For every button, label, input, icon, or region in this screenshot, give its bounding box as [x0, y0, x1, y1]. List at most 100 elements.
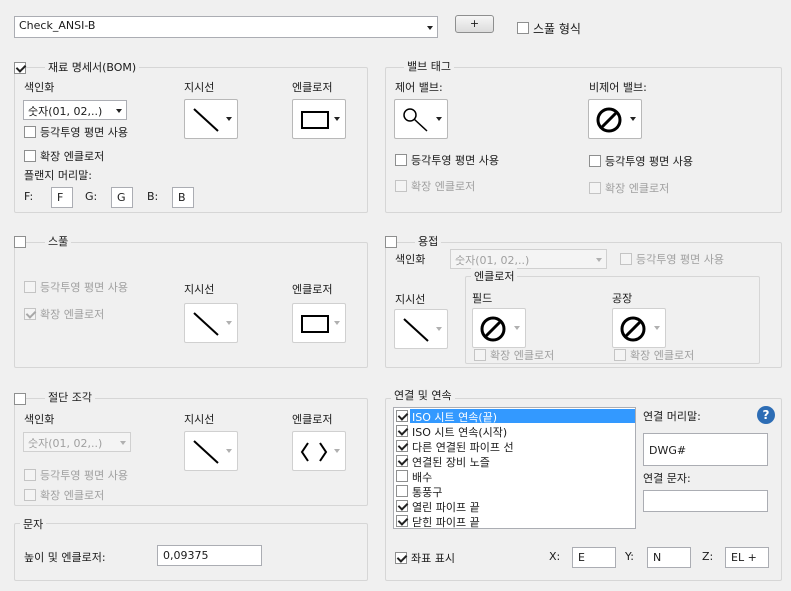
list-item-label: 다른 연결된 파이프 선	[412, 441, 514, 454]
weld-shop-button[interactable]	[612, 308, 666, 348]
height-input[interactable]: 0,09375	[157, 545, 262, 566]
list-item[interactable]: 다른 연결된 파이프 선	[394, 439, 635, 454]
chevron-down-icon	[226, 321, 232, 325]
connection-text-input[interactable]	[643, 490, 768, 512]
cut-piece-title: 절단 조각	[45, 389, 95, 405]
bom-iso-plane-checkbox[interactable]	[24, 126, 36, 138]
cut-enclosure-button[interactable]	[292, 431, 346, 471]
leader-line-icon	[403, 318, 429, 342]
controlled-iso-plane-label: 등각투영 평면 사용	[411, 154, 499, 167]
spool-checkbox[interactable]	[14, 236, 26, 248]
bom-enclosure-button[interactable]	[292, 99, 346, 139]
cut-iso-plane-checkbox[interactable]	[24, 469, 36, 481]
chevron-down-icon	[334, 449, 340, 453]
cut-piece-checkbox[interactable]	[14, 393, 26, 405]
list-item-checkbox[interactable]	[396, 515, 408, 527]
controlled-valve-label: 제어 밸브:	[395, 81, 443, 94]
connection-prefix-value: DWG#	[649, 444, 687, 457]
text-group-title: 문자	[20, 516, 47, 532]
bom-index-dropdown[interactable]: 숫자(01, 02,..)	[23, 100, 127, 120]
uncontrolled-iso-plane-checkbox[interactable]	[589, 155, 601, 167]
cut-index-dropdown[interactable]: 숫자(01, 02,..)	[23, 432, 131, 452]
uncontrolled-valve-label: 비제어 밸브:	[589, 81, 647, 94]
weld-enclosure-title: 엔클로저	[471, 268, 518, 284]
spool-iso-plane-checkbox[interactable]	[24, 281, 36, 293]
z-label: Z:	[702, 550, 714, 563]
spool-ext-checkbox[interactable]	[24, 308, 36, 320]
chevron-down-icon	[436, 327, 442, 331]
list-item-checkbox[interactable]	[396, 410, 408, 422]
x-input[interactable]: E	[572, 547, 616, 568]
spool-format-checkbox[interactable]	[517, 22, 529, 34]
bom-index-value: 숫자(01, 02,..)	[28, 105, 103, 118]
connections-list[interactable]: ISO 시트 연속(끝) ISO 시트 연속(시작) 다른 연결된 파이프 선 …	[393, 407, 636, 529]
cut-index-label: 색인화	[24, 413, 55, 426]
bom-leader-button[interactable]	[184, 99, 238, 139]
list-item-checkbox[interactable]	[396, 425, 408, 437]
weld-index-dropdown[interactable]: 숫자(01, 02,..)	[450, 249, 607, 269]
z-input[interactable]: EL +	[725, 547, 769, 568]
list-item-checkbox[interactable]	[396, 455, 408, 467]
bom-leader-label: 지시선	[184, 81, 215, 94]
show-coords-checkbox[interactable]	[395, 552, 407, 564]
bom-ext-enclosure-label: 확장 엔클로저	[40, 150, 105, 163]
spool-leader-button[interactable]	[184, 303, 238, 343]
add-style-button[interactable]: +	[455, 15, 494, 33]
list-item-checkbox[interactable]	[396, 440, 408, 452]
chevron-down-icon	[226, 117, 232, 121]
help-icon-glyph: ?	[762, 408, 770, 422]
help-icon[interactable]: ?	[757, 406, 775, 424]
controlled-ext-checkbox[interactable]	[395, 180, 407, 192]
controlled-iso-plane-checkbox[interactable]	[395, 154, 407, 166]
leader-line-icon	[193, 440, 219, 464]
weld-checkbox[interactable]	[385, 236, 397, 248]
bom-ext-enclosure-checkbox[interactable]	[24, 150, 36, 162]
list-item-checkbox[interactable]	[396, 500, 408, 512]
list-item[interactable]: ISO 시트 연속(끝)	[394, 409, 635, 424]
list-item[interactable]: 배수	[394, 469, 635, 484]
list-item[interactable]: 통풍구	[394, 484, 635, 499]
f-input[interactable]: F	[51, 187, 73, 208]
b-label: B:	[147, 190, 159, 203]
list-item-checkbox[interactable]	[396, 470, 408, 482]
uncontrolled-ext-checkbox[interactable]	[589, 182, 601, 194]
bom-checkbox[interactable]	[14, 62, 26, 74]
height-value: 0,09375	[163, 549, 209, 562]
list-item[interactable]: 닫힌 파이프 끝	[394, 514, 635, 529]
controlled-valve-button[interactable]	[394, 99, 448, 139]
list-item[interactable]: ISO 시트 연속(시작)	[394, 424, 635, 439]
connection-prefix-input[interactable]: DWG#	[643, 433, 768, 466]
b-input[interactable]: B	[172, 187, 194, 208]
chevron-down-icon	[596, 258, 602, 262]
y-label: Y:	[625, 550, 634, 563]
style-dropdown[interactable]: Check_ANSI-B	[14, 16, 438, 38]
weld-field-ext-label: 확장 엔클로저	[490, 349, 555, 362]
weld-leader-button[interactable]	[394, 309, 448, 349]
g-input[interactable]: G	[111, 187, 133, 208]
list-item-checkbox[interactable]	[396, 485, 408, 497]
spool-enclosure-button[interactable]	[292, 303, 346, 343]
bom-enclosure-label: 엔클로저	[292, 81, 333, 94]
list-item[interactable]: 연결된 장비 노즐	[394, 454, 635, 469]
weld-shop-ext-label: 확장 엔클로저	[630, 349, 695, 362]
circle-slash-icon	[480, 316, 506, 342]
weld-field-button[interactable]	[472, 308, 526, 348]
cut-ext-label: 확장 엔클로저	[40, 489, 105, 502]
weld-shop-ext-checkbox[interactable]	[614, 349, 626, 361]
spool-leader-label: 지시선	[184, 283, 215, 296]
controlled-ext-label: 확장 엔클로저	[411, 180, 476, 193]
bom-group-title: 재료 명세서(BOM)	[45, 59, 140, 75]
uncontrolled-valve-button[interactable]	[588, 99, 642, 139]
cut-leader-button[interactable]	[184, 431, 238, 471]
list-item[interactable]: 열린 파이프 끝	[394, 499, 635, 514]
circle-slash-icon	[620, 316, 646, 342]
weld-group-title: 용접	[415, 233, 442, 249]
cut-ext-checkbox[interactable]	[24, 489, 36, 501]
flange-prefix-label: 플랜지 머리말:	[24, 169, 92, 182]
weld-field-ext-checkbox[interactable]	[474, 349, 486, 361]
weld-iso-plane-checkbox[interactable]	[620, 253, 632, 265]
z-value: EL +	[731, 551, 757, 564]
y-input[interactable]: N	[647, 547, 691, 568]
chevron-down-icon	[116, 109, 122, 113]
leader-line-icon	[193, 312, 219, 336]
